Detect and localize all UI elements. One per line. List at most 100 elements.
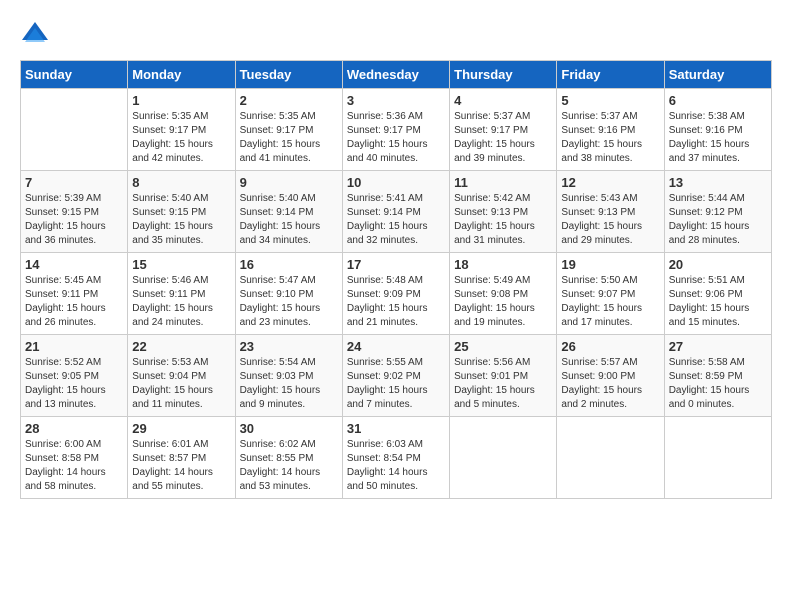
calendar-cell: 11 Sunrise: 5:42 AM Sunset: 9:13 PM Dayl… (450, 171, 557, 253)
daylight-text: Daylight: 15 hours and 19 minutes. (454, 302, 552, 330)
calendar-cell: 15 Sunrise: 5:46 AM Sunset: 9:11 PM Dayl… (128, 253, 235, 335)
daylight-text: Daylight: 15 hours and 38 minutes. (561, 138, 659, 166)
calendar-cell: 31 Sunrise: 6:03 AM Sunset: 8:54 PM Dayl… (342, 417, 449, 499)
day-number: 25 (454, 339, 552, 354)
daylight-text: Daylight: 15 hours and 39 minutes. (454, 138, 552, 166)
day-number: 3 (347, 93, 445, 108)
sunrise-text: Sunrise: 5:35 AM (132, 110, 230, 124)
daylight-text: Daylight: 15 hours and 34 minutes. (240, 220, 338, 248)
daylight-text: Daylight: 15 hours and 41 minutes. (240, 138, 338, 166)
day-of-week-header: Monday (128, 61, 235, 89)
day-number: 19 (561, 257, 659, 272)
sunset-text: Sunset: 8:54 PM (347, 452, 445, 466)
sunrise-text: Sunrise: 5:55 AM (347, 356, 445, 370)
sunset-text: Sunset: 9:17 PM (132, 124, 230, 138)
sunset-text: Sunset: 9:17 PM (454, 124, 552, 138)
daylight-text: Daylight: 15 hours and 42 minutes. (132, 138, 230, 166)
day-number: 6 (669, 93, 767, 108)
sunrise-text: Sunrise: 5:49 AM (454, 274, 552, 288)
sunrise-text: Sunrise: 5:56 AM (454, 356, 552, 370)
day-number: 9 (240, 175, 338, 190)
sunset-text: Sunset: 9:17 PM (240, 124, 338, 138)
sunset-text: Sunset: 9:11 PM (132, 288, 230, 302)
sunset-text: Sunset: 8:55 PM (240, 452, 338, 466)
sunset-text: Sunset: 9:13 PM (561, 206, 659, 220)
sunset-text: Sunset: 9:05 PM (25, 370, 123, 384)
sunset-text: Sunset: 9:07 PM (561, 288, 659, 302)
sunset-text: Sunset: 9:04 PM (132, 370, 230, 384)
day-number: 2 (240, 93, 338, 108)
sunrise-text: Sunrise: 5:48 AM (347, 274, 445, 288)
day-info: Sunrise: 5:42 AM Sunset: 9:13 PM Dayligh… (454, 192, 552, 248)
calendar-cell: 18 Sunrise: 5:49 AM Sunset: 9:08 PM Dayl… (450, 253, 557, 335)
sunrise-text: Sunrise: 5:35 AM (240, 110, 338, 124)
sunrise-text: Sunrise: 5:37 AM (454, 110, 552, 124)
day-number: 29 (132, 421, 230, 436)
day-info: Sunrise: 5:40 AM Sunset: 9:15 PM Dayligh… (132, 192, 230, 248)
calendar-cell: 2 Sunrise: 5:35 AM Sunset: 9:17 PM Dayli… (235, 89, 342, 171)
calendar-cell (450, 417, 557, 499)
daylight-text: Daylight: 15 hours and 23 minutes. (240, 302, 338, 330)
calendar-cell: 9 Sunrise: 5:40 AM Sunset: 9:14 PM Dayli… (235, 171, 342, 253)
day-number: 26 (561, 339, 659, 354)
day-number: 31 (347, 421, 445, 436)
sunrise-text: Sunrise: 5:44 AM (669, 192, 767, 206)
day-number: 16 (240, 257, 338, 272)
day-info: Sunrise: 5:36 AM Sunset: 9:17 PM Dayligh… (347, 110, 445, 166)
daylight-text: Daylight: 15 hours and 11 minutes. (132, 384, 230, 412)
day-number: 5 (561, 93, 659, 108)
day-info: Sunrise: 5:51 AM Sunset: 9:06 PM Dayligh… (669, 274, 767, 330)
day-info: Sunrise: 5:46 AM Sunset: 9:11 PM Dayligh… (132, 274, 230, 330)
day-number: 28 (25, 421, 123, 436)
sunset-text: Sunset: 8:58 PM (25, 452, 123, 466)
sunrise-text: Sunrise: 5:43 AM (561, 192, 659, 206)
calendar-cell: 22 Sunrise: 5:53 AM Sunset: 9:04 PM Dayl… (128, 335, 235, 417)
calendar-week-row: 1 Sunrise: 5:35 AM Sunset: 9:17 PM Dayli… (21, 89, 772, 171)
day-info: Sunrise: 5:54 AM Sunset: 9:03 PM Dayligh… (240, 356, 338, 412)
calendar-cell: 16 Sunrise: 5:47 AM Sunset: 9:10 PM Dayl… (235, 253, 342, 335)
day-info: Sunrise: 5:41 AM Sunset: 9:14 PM Dayligh… (347, 192, 445, 248)
sunset-text: Sunset: 9:14 PM (347, 206, 445, 220)
sunset-text: Sunset: 9:12 PM (669, 206, 767, 220)
calendar-week-row: 28 Sunrise: 6:00 AM Sunset: 8:58 PM Dayl… (21, 417, 772, 499)
day-number: 4 (454, 93, 552, 108)
sunset-text: Sunset: 9:03 PM (240, 370, 338, 384)
day-info: Sunrise: 5:48 AM Sunset: 9:09 PM Dayligh… (347, 274, 445, 330)
calendar-cell: 1 Sunrise: 5:35 AM Sunset: 9:17 PM Dayli… (128, 89, 235, 171)
day-info: Sunrise: 5:50 AM Sunset: 9:07 PM Dayligh… (561, 274, 659, 330)
day-info: Sunrise: 5:45 AM Sunset: 9:11 PM Dayligh… (25, 274, 123, 330)
sunset-text: Sunset: 9:16 PM (561, 124, 659, 138)
sunset-text: Sunset: 9:15 PM (132, 206, 230, 220)
calendar-cell: 17 Sunrise: 5:48 AM Sunset: 9:09 PM Dayl… (342, 253, 449, 335)
daylight-text: Daylight: 15 hours and 13 minutes. (25, 384, 123, 412)
day-info: Sunrise: 5:56 AM Sunset: 9:01 PM Dayligh… (454, 356, 552, 412)
daylight-text: Daylight: 15 hours and 0 minutes. (669, 384, 767, 412)
day-number: 7 (25, 175, 123, 190)
day-info: Sunrise: 5:52 AM Sunset: 9:05 PM Dayligh… (25, 356, 123, 412)
daylight-text: Daylight: 14 hours and 53 minutes. (240, 466, 338, 494)
calendar-cell: 30 Sunrise: 6:02 AM Sunset: 8:55 PM Dayl… (235, 417, 342, 499)
daylight-text: Daylight: 15 hours and 15 minutes. (669, 302, 767, 330)
logo-icon (20, 20, 50, 50)
sunrise-text: Sunrise: 5:53 AM (132, 356, 230, 370)
sunrise-text: Sunrise: 5:57 AM (561, 356, 659, 370)
day-of-week-header: Tuesday (235, 61, 342, 89)
sunrise-text: Sunrise: 6:03 AM (347, 438, 445, 452)
daylight-text: Daylight: 15 hours and 29 minutes. (561, 220, 659, 248)
sunrise-text: Sunrise: 5:50 AM (561, 274, 659, 288)
day-info: Sunrise: 6:03 AM Sunset: 8:54 PM Dayligh… (347, 438, 445, 494)
sunset-text: Sunset: 8:59 PM (669, 370, 767, 384)
calendar-cell: 28 Sunrise: 6:00 AM Sunset: 8:58 PM Dayl… (21, 417, 128, 499)
calendar-cell (21, 89, 128, 171)
day-of-week-header: Thursday (450, 61, 557, 89)
day-number: 12 (561, 175, 659, 190)
daylight-text: Daylight: 15 hours and 36 minutes. (25, 220, 123, 248)
header (20, 20, 772, 50)
day-info: Sunrise: 5:44 AM Sunset: 9:12 PM Dayligh… (669, 192, 767, 248)
daylight-text: Daylight: 15 hours and 26 minutes. (25, 302, 123, 330)
day-info: Sunrise: 5:39 AM Sunset: 9:15 PM Dayligh… (25, 192, 123, 248)
calendar-cell: 13 Sunrise: 5:44 AM Sunset: 9:12 PM Dayl… (664, 171, 771, 253)
calendar-cell: 8 Sunrise: 5:40 AM Sunset: 9:15 PM Dayli… (128, 171, 235, 253)
day-info: Sunrise: 5:35 AM Sunset: 9:17 PM Dayligh… (132, 110, 230, 166)
sunrise-text: Sunrise: 5:42 AM (454, 192, 552, 206)
